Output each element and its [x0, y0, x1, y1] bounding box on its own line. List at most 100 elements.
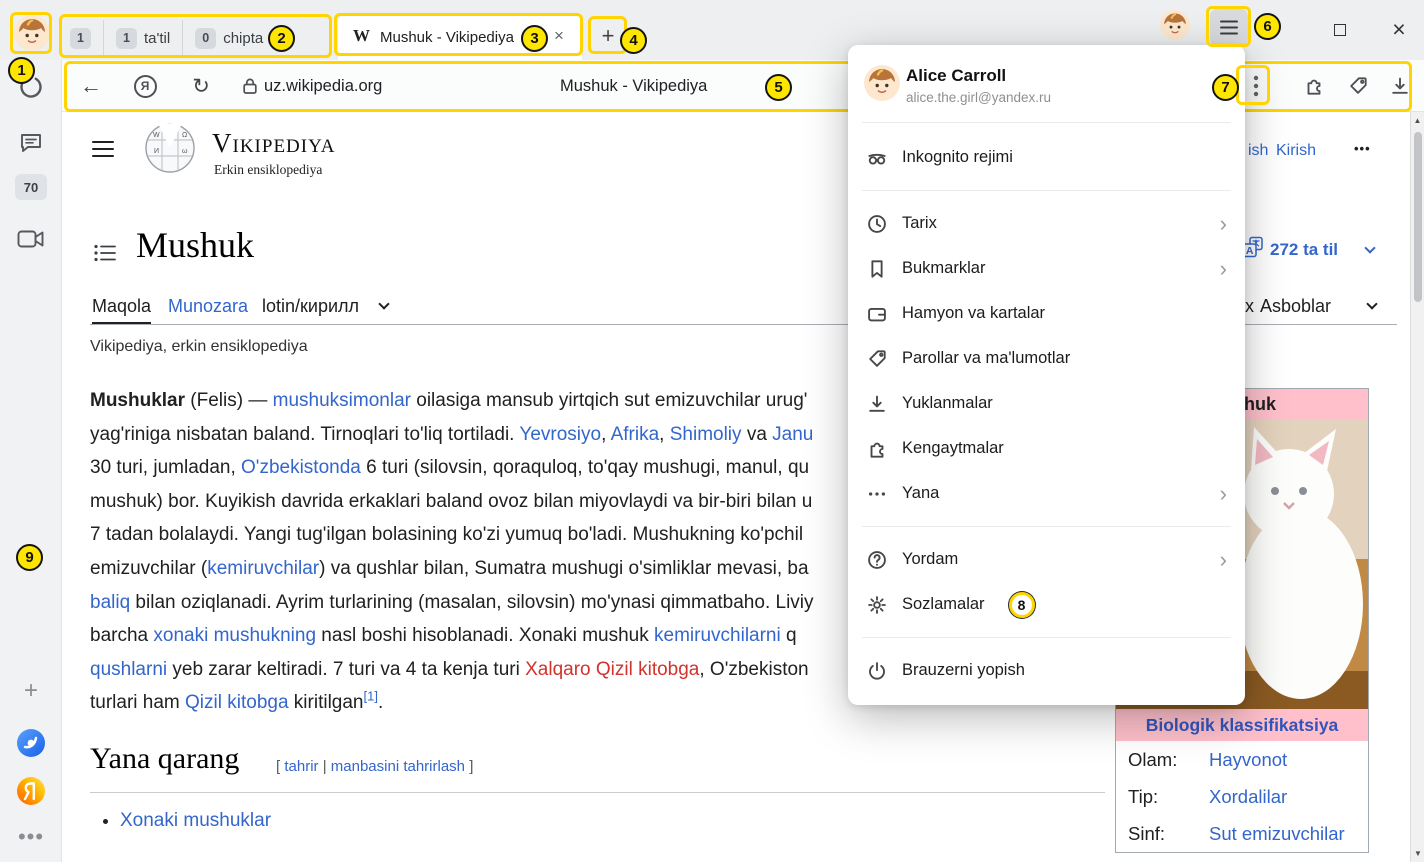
- signup-link-fragment[interactable]: ish: [1248, 142, 1268, 160]
- tab-article[interactable]: Maqola: [92, 296, 151, 325]
- page-scrollbar[interactable]: ▲ ▼: [1410, 112, 1424, 862]
- sidebar-more-icon[interactable]: •••: [0, 822, 62, 852]
- list-item: Xonaki mushuklar: [120, 806, 271, 836]
- callout-badge-1: 1: [8, 57, 35, 84]
- tab-group-chip[interactable]: 0 chipta: [182, 20, 263, 56]
- download-icon: [1389, 75, 1411, 97]
- wiki-more-menu-icon[interactable]: •••: [1354, 141, 1371, 156]
- wiki-link[interactable]: xonaki mushukning: [153, 625, 316, 646]
- wiki-link[interactable]: Afrika: [611, 424, 660, 445]
- wiki-link[interactable]: kemiruvchilar: [207, 558, 319, 579]
- puzzle-icon: [866, 438, 888, 460]
- tab-group-chip[interactable]: 1: [70, 20, 91, 56]
- menu-item-settings[interactable]: Sozlamalar8: [848, 582, 1245, 627]
- weather-badge[interactable]: 70: [0, 172, 62, 202]
- downloads-toolbar-button[interactable]: [1386, 60, 1414, 112]
- wiki-link[interactable]: Janu: [772, 424, 813, 445]
- menu-item-passwords[interactable]: Parollar va ma'lumotlar: [848, 336, 1245, 381]
- tools-menu[interactable]: Asboblar: [1260, 296, 1331, 317]
- reload-button[interactable]: ↻: [186, 60, 216, 112]
- video-call-icon[interactable]: [0, 222, 62, 256]
- browser-menu-button[interactable]: [1210, 9, 1248, 46]
- wiki-link[interactable]: baliq: [90, 592, 130, 613]
- infobox-value-link[interactable]: Xordalilar: [1209, 786, 1287, 808]
- variant-selector[interactable]: lotin/кирилл: [262, 296, 359, 317]
- see-also-link[interactable]: Xonaki mushuklar: [120, 810, 271, 831]
- callout-badge-7: 7: [1212, 74, 1239, 101]
- menu-item-wallet[interactable]: Hamyon va kartalar: [848, 291, 1245, 336]
- scrollbar-thumb[interactable]: [1414, 132, 1422, 302]
- profile-avatar-small[interactable]: [1160, 10, 1190, 40]
- wiki-link[interactable]: Qizil kitobga: [185, 692, 289, 713]
- profile-avatar[interactable]: [14, 15, 50, 51]
- tab-title: Mushuk - Vikipediya: [380, 29, 514, 46]
- reference-link[interactable]: [1]: [364, 689, 378, 704]
- kebab-menu-button[interactable]: [1244, 60, 1268, 112]
- bracket: ]: [469, 758, 473, 775]
- scroll-down-icon[interactable]: ▼: [1411, 846, 1424, 860]
- variant-chevron-icon[interactable]: [378, 298, 389, 309]
- browser-logo[interactable]: [0, 726, 62, 760]
- text: .: [378, 692, 383, 713]
- wiki-link[interactable]: Yevrosiyo: [519, 424, 601, 445]
- wiki-hamburger-icon[interactable]: [92, 140, 114, 158]
- menu-item-bookmarks[interactable]: Bukmarklar›: [848, 246, 1245, 291]
- extensions-button[interactable]: [1300, 60, 1328, 112]
- add-panel-button[interactable]: +: [0, 674, 62, 708]
- languages-button[interactable]: 272 ta til: [1270, 240, 1338, 260]
- lock-icon[interactable]: [240, 60, 260, 112]
- wiki-wordmark[interactable]: Vikipediya: [212, 128, 335, 159]
- text: kiritilgan: [289, 692, 364, 713]
- browser-menu-items: Inkognito rejimi Tarix›Bukmarklar› Hamyon …: [848, 123, 1245, 693]
- wiki-link[interactable]: O'zbekistonda: [241, 457, 361, 478]
- text: turlari ham: [90, 692, 185, 713]
- passwords-toolbar-button[interactable]: [1344, 60, 1372, 112]
- tab-close-icon[interactable]: ×: [554, 26, 564, 46]
- wiki-link[interactable]: kemiruvchilarni: [654, 625, 781, 646]
- tab-group-label: chipta: [223, 30, 263, 47]
- menu-item-extensions[interactable]: Kengaytmalar: [848, 426, 1245, 471]
- languages-chevron-icon[interactable]: [1364, 242, 1375, 253]
- callout-badge-2: 2: [268, 25, 295, 52]
- see-also-list: Xonaki mushuklar: [96, 806, 271, 836]
- menu-item-downloads[interactable]: Yuklanmalar: [848, 381, 1245, 426]
- back-button[interactable]: ←: [76, 60, 106, 112]
- menu-item-more[interactable]: Yana›: [848, 471, 1245, 516]
- window-maximize-button[interactable]: [1326, 16, 1354, 44]
- menu-item-close-browser[interactable]: Brauzerni yopish: [848, 648, 1245, 693]
- tab-talk[interactable]: Munozara: [168, 296, 248, 317]
- edit-source-link[interactable]: manbasini tahrirlash: [331, 758, 465, 775]
- new-tab-button[interactable]: +: [592, 20, 624, 52]
- callout-badge-9: 9: [16, 544, 43, 571]
- yandex-button[interactable]: Я: [130, 60, 160, 112]
- wiki-link[interactable]: qushlarni: [90, 659, 167, 680]
- callout-badge-3: 3: [521, 25, 548, 52]
- tab-group-chip[interactable]: 1ta'til: [103, 20, 170, 56]
- menu-divider: [862, 637, 1231, 638]
- menu-item-incognito[interactable]: Inkognito rejimi: [848, 135, 1245, 180]
- url-text[interactable]: uz.wikipedia.org: [264, 60, 382, 112]
- tab-group-count: 0: [195, 28, 216, 49]
- chevron-right-icon: ›: [1220, 483, 1227, 505]
- tab-group-label: ta'til: [144, 30, 170, 47]
- yandex-logo[interactable]: [0, 774, 62, 808]
- wiki-link[interactable]: mushuksimonlar: [273, 390, 411, 411]
- wiki-link[interactable]: Shimoliy: [670, 424, 742, 445]
- edit-link[interactable]: tahrir: [284, 758, 318, 775]
- toc-icon[interactable]: [94, 244, 116, 262]
- tag-icon: [866, 348, 888, 370]
- menu-item-label: Hamyon va kartalar: [902, 304, 1045, 323]
- menu-profile-header[interactable]: Alice Carroll alice.the.girl@yandex.ru: [848, 45, 1245, 122]
- tools-chevron-icon[interactable]: [1366, 298, 1377, 309]
- window-close-button[interactable]: ×: [1384, 13, 1414, 45]
- menu-item-history[interactable]: Tarix›: [848, 201, 1245, 246]
- wiki-redlink[interactable]: Xalqaro Qizil kitobga: [525, 659, 699, 680]
- chat-icon[interactable]: [0, 126, 62, 160]
- scroll-up-icon[interactable]: ▲: [1411, 112, 1424, 128]
- dots-icon: [866, 483, 888, 505]
- menu-item-help[interactable]: Yordam›: [848, 537, 1245, 582]
- wikipedia-logo[interactable]: WΩИω: [144, 122, 196, 174]
- infobox-value-link[interactable]: Hayvonot: [1209, 749, 1287, 771]
- infobox-value-link[interactable]: Sut emizuvchilar: [1209, 823, 1345, 845]
- login-link[interactable]: Kirish: [1276, 142, 1316, 160]
